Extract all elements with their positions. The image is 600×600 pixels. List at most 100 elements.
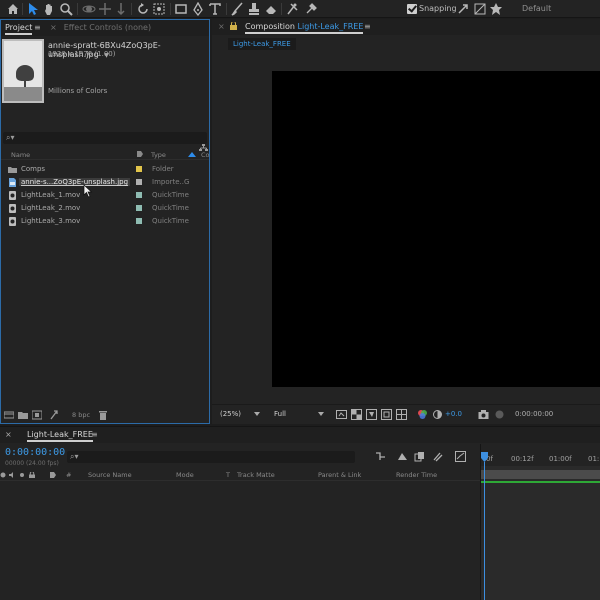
column-render-time[interactable]: Render Time xyxy=(396,471,437,479)
snap-edges-icon[interactable] xyxy=(473,2,487,16)
flowchart-icon[interactable] xyxy=(199,144,208,152)
item-name: LightLeak_3.mov xyxy=(21,217,81,225)
tab-timeline-comp[interactable]: Light-Leak_FREE xyxy=(27,430,93,442)
column-preserve-transparency[interactable]: T xyxy=(226,471,230,479)
hand-tool-icon[interactable] xyxy=(42,2,56,16)
toolbar-divider xyxy=(22,3,23,15)
panel-menu-icon[interactable]: ≡ xyxy=(91,430,98,439)
timeline-current-time[interactable]: 0:00:00:00 xyxy=(5,447,65,458)
column-parent-link[interactable]: Parent & Link xyxy=(318,471,361,479)
motion-blur-icon[interactable] xyxy=(432,451,443,462)
project-settings-icon[interactable] xyxy=(49,410,59,420)
rotation-tool-icon[interactable] xyxy=(136,2,150,16)
snap-features-icon[interactable] xyxy=(489,2,503,16)
column-source-name[interactable]: Source Name xyxy=(88,471,132,479)
composition-navigator-tab[interactable]: Light-Leak_FREE xyxy=(228,38,296,50)
tab-project[interactable]: Project xyxy=(5,23,33,35)
panel-menu-icon[interactable]: ≡ xyxy=(364,22,371,31)
snapping-checkbox[interactable] xyxy=(407,4,417,14)
timeline-search-input[interactable]: ⌕▾ xyxy=(67,451,355,463)
resolution-dropdown[interactable]: Full xyxy=(274,410,286,418)
lock-icon[interactable] xyxy=(230,21,237,30)
project-search-input[interactable]: ⌕▾ xyxy=(3,132,207,144)
effect-controls-label: Effect Controls (none) xyxy=(63,23,152,32)
work-area-bar[interactable] xyxy=(481,470,600,479)
label-column-icon[interactable] xyxy=(136,150,144,160)
time-ruler[interactable]: 0f 00:12f 01:00f 01:1 xyxy=(481,444,600,466)
current-time-display[interactable]: 0:00:00:00 xyxy=(515,410,553,418)
anchor-point-tool-icon[interactable] xyxy=(152,2,166,16)
grid-guides-icon[interactable] xyxy=(396,409,407,420)
column-type[interactable]: Type xyxy=(151,151,166,159)
tab-close-icon[interactable]: × xyxy=(5,430,12,439)
eraser-tool-icon[interactable] xyxy=(264,2,278,16)
draft-3d-icon[interactable] xyxy=(397,451,408,462)
label-column-icon[interactable] xyxy=(50,472,56,478)
column-mode[interactable]: Mode xyxy=(176,471,194,479)
list-item[interactable]: LightLeak_1.mov QuickTime xyxy=(1,189,209,202)
frame-blending-icon[interactable] xyxy=(414,451,425,462)
puppet-tool-icon[interactable] xyxy=(304,2,318,16)
playhead-line[interactable] xyxy=(484,462,485,600)
magnification-dropdown[interactable]: (25%) xyxy=(220,410,241,418)
audio-switch-icon[interactable] xyxy=(9,472,15,478)
roto-brush-tool-icon[interactable] xyxy=(285,2,299,16)
interpret-footage-icon[interactable] xyxy=(4,410,14,420)
solo-switch-icon[interactable] xyxy=(19,472,25,478)
graph-editor-icon[interactable] xyxy=(455,451,466,462)
new-composition-icon[interactable] xyxy=(32,410,42,420)
panel-menu-icon[interactable]: ≡ xyxy=(34,23,41,32)
chevron-down-icon[interactable] xyxy=(254,412,260,416)
column-name[interactable]: Name xyxy=(11,151,30,159)
list-item[interactable]: Comps Folder xyxy=(1,163,209,176)
chevron-down-icon[interactable] xyxy=(318,412,324,416)
list-item[interactable]: LightLeak_3.mov QuickTime xyxy=(1,215,209,228)
snapshot-camera-icon[interactable] xyxy=(478,409,489,420)
home-icon[interactable] xyxy=(6,2,20,16)
color-channels-icon[interactable] xyxy=(417,409,428,420)
dolly-camera-icon[interactable] xyxy=(114,2,128,16)
trash-icon[interactable] xyxy=(98,410,108,420)
list-item[interactable]: annie-s...ZoQ3pE-unsplash.jpg Importe..G xyxy=(1,176,209,189)
exposure-value[interactable]: +0.0 xyxy=(445,410,462,418)
video-switch-icon[interactable] xyxy=(0,472,6,478)
list-item[interactable]: LightLeak_2.mov QuickTime xyxy=(1,202,209,215)
label-swatch[interactable] xyxy=(136,179,142,185)
time-ruler-area[interactable]: 0f 00:12f 01:00f 01:1 xyxy=(480,444,600,600)
brush-tool-icon[interactable] xyxy=(230,2,244,16)
tab-effect-controls[interactable]: × Effect Controls (none) xyxy=(50,23,151,32)
tab-close-icon[interactable]: × xyxy=(218,22,225,31)
label-swatch[interactable] xyxy=(136,205,142,211)
column-track-matte[interactable]: Track Matte xyxy=(237,471,275,479)
workspace-selector[interactable]: Default xyxy=(522,4,551,13)
orbit-camera-icon[interactable] xyxy=(82,2,96,16)
column-layer-number[interactable]: # xyxy=(66,471,71,479)
tab-composition[interactable]: Composition Light-Leak_FREE xyxy=(245,22,364,34)
mask-visibility-icon[interactable] xyxy=(366,409,377,420)
fast-previews-icon[interactable] xyxy=(336,409,347,420)
column-comment[interactable]: Co xyxy=(201,151,210,159)
show-snapshot-icon[interactable] xyxy=(494,409,505,420)
snap-options-icon[interactable] xyxy=(456,2,470,16)
new-folder-icon[interactable] xyxy=(18,410,28,420)
rectangle-tool-icon[interactable] xyxy=(174,2,188,16)
selection-tool-icon[interactable] xyxy=(26,2,40,16)
region-of-interest-icon[interactable] xyxy=(381,409,392,420)
clone-stamp-tool-icon[interactable] xyxy=(247,2,261,16)
pan-camera-icon[interactable] xyxy=(98,2,112,16)
type-tool-icon[interactable] xyxy=(208,2,222,16)
transparency-grid-icon[interactable] xyxy=(351,409,362,420)
pen-tool-icon[interactable] xyxy=(191,2,205,16)
composition-flowchart-icon[interactable] xyxy=(375,451,386,462)
lock-switch-icon[interactable] xyxy=(29,471,35,478)
composition-viewer[interactable] xyxy=(212,53,600,404)
label-swatch[interactable] xyxy=(136,218,142,224)
exposure-reset-icon[interactable] xyxy=(432,409,443,420)
label-swatch[interactable] xyxy=(136,192,142,198)
bit-depth-button[interactable]: 8 bpc xyxy=(72,411,90,419)
tab-close-icon[interactable]: × xyxy=(50,23,57,32)
sort-ascending-icon[interactable] xyxy=(188,152,196,157)
label-swatch[interactable] xyxy=(136,166,142,172)
composition-canvas[interactable] xyxy=(272,71,600,387)
zoom-tool-icon[interactable] xyxy=(59,2,73,16)
